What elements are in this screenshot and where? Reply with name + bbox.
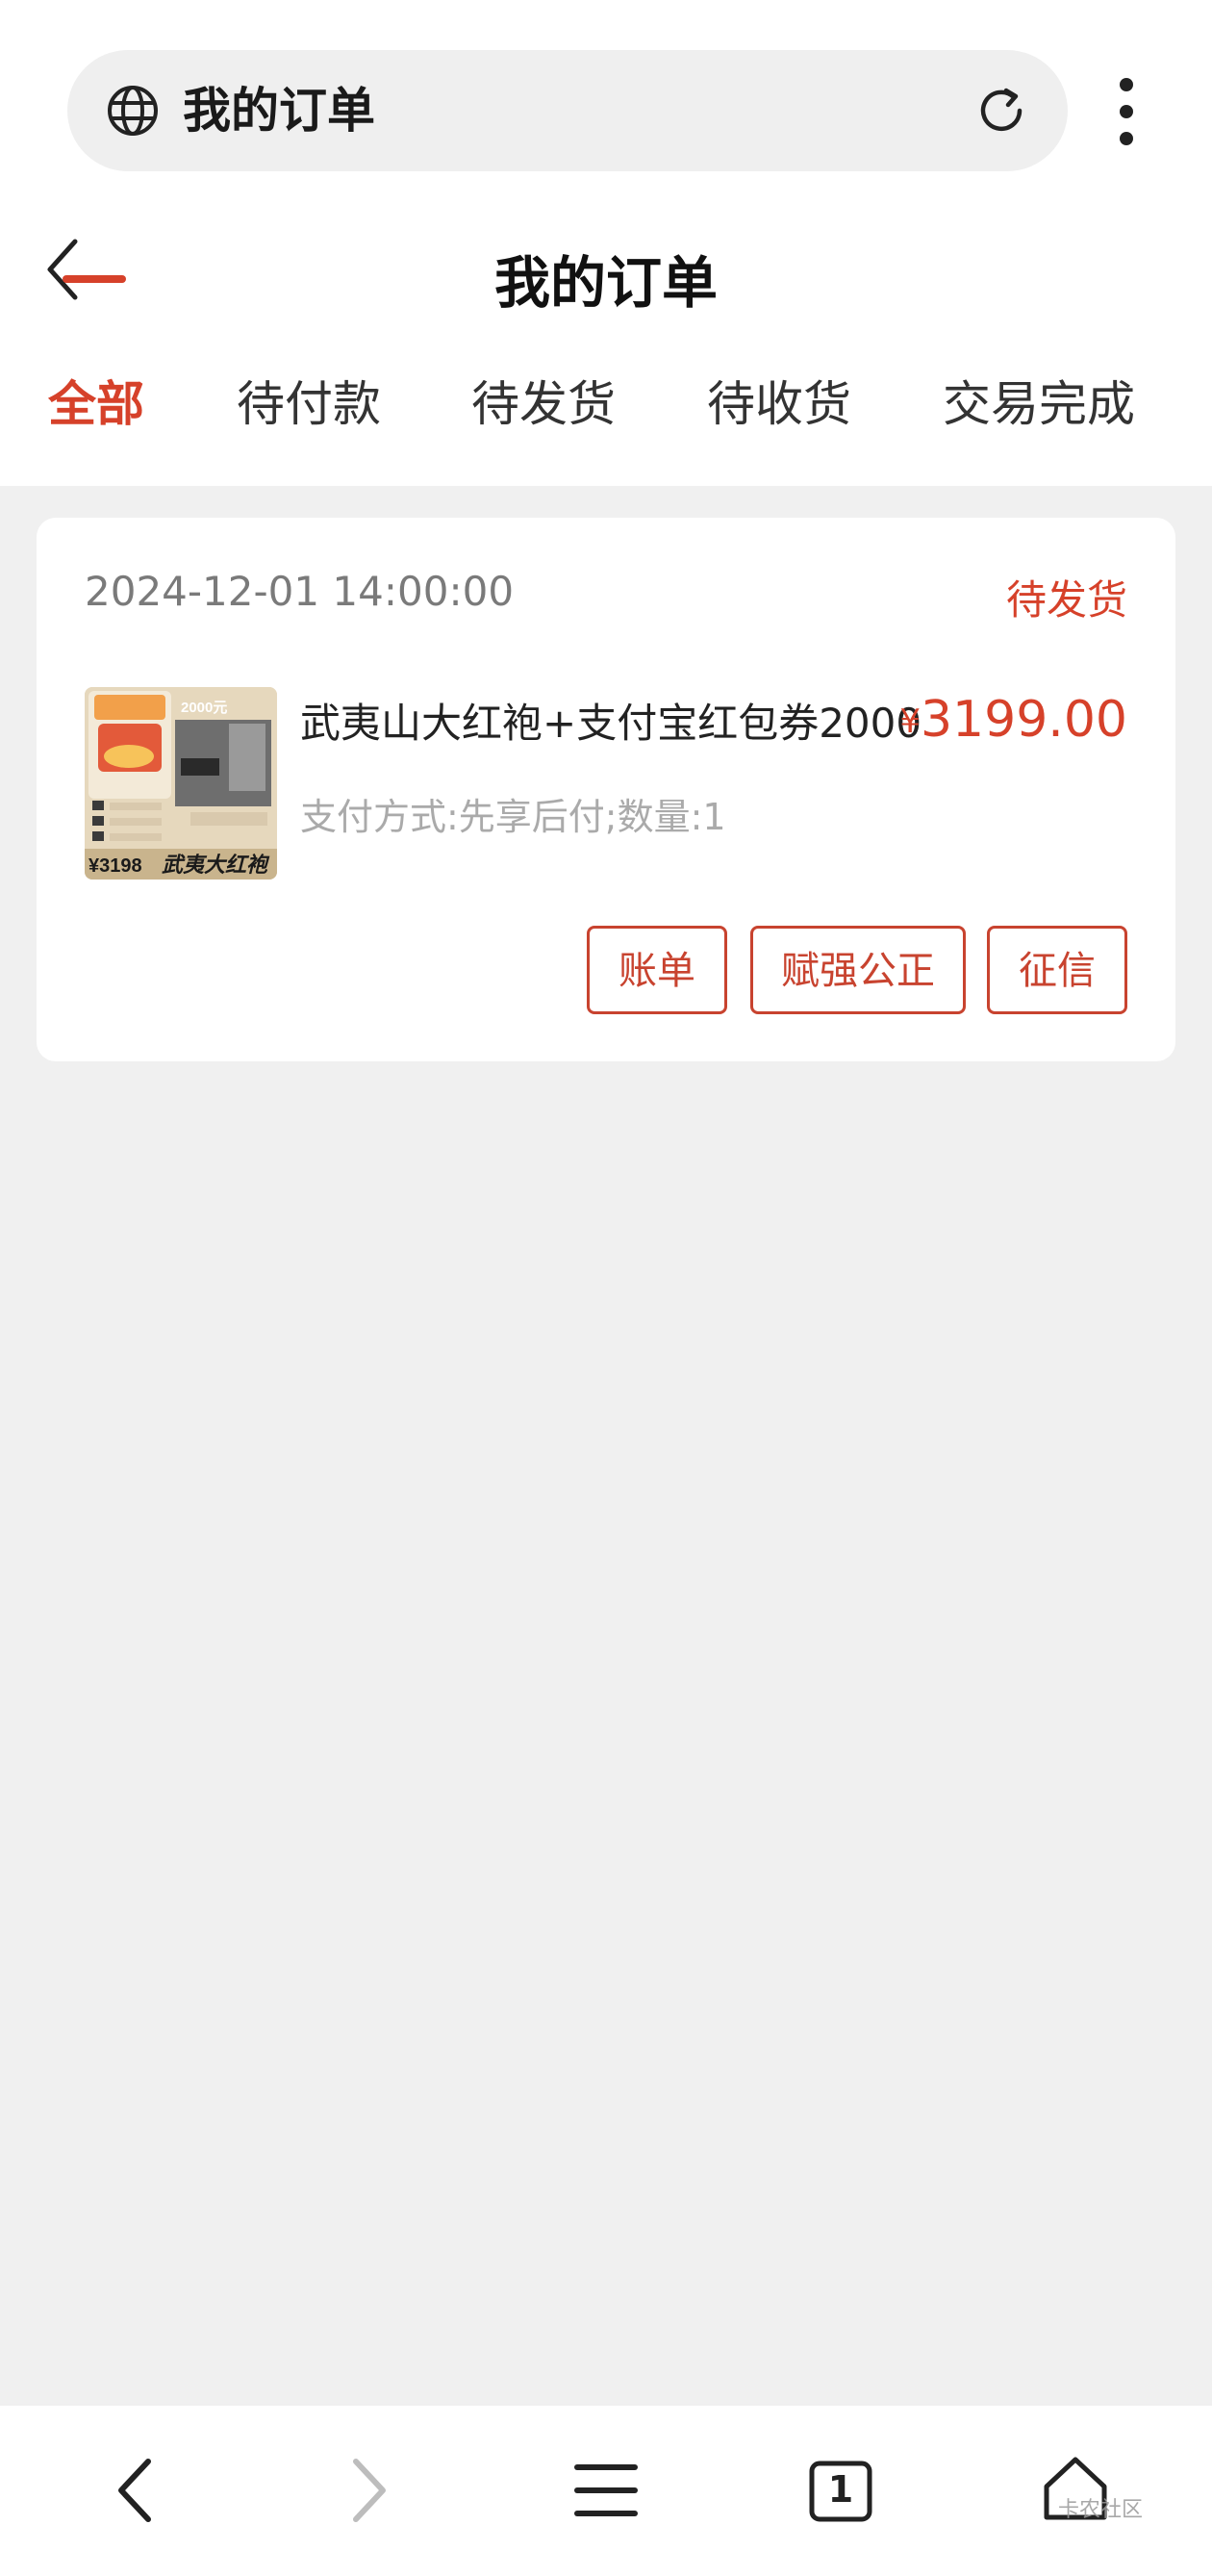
open-tab-count: 1 xyxy=(827,2468,854,2511)
credit-report-button[interactable]: 征信 xyxy=(987,926,1127,1014)
payment-and-quantity: 支付方式:先享后付;数量:1 xyxy=(300,796,726,838)
product-thumbnail-graphic: 2000元 ¥3198 武夷大红袍 xyxy=(85,687,277,880)
bill-button[interactable]: 账单 xyxy=(587,926,727,1014)
menu-icon[interactable] xyxy=(573,2461,639,2519)
price-currency: ¥ xyxy=(899,702,921,741)
browser-toolbar: 我的订单 xyxy=(0,0,1212,197)
browser-bottom-nav: 1 卡农社区 xyxy=(0,2406,1212,2576)
thumbnail-badge-text: 2000元 xyxy=(181,700,227,716)
thumbnail-price-text: ¥3198 xyxy=(88,855,142,877)
tabs-switcher-button[interactable]: 1 xyxy=(808,2460,873,2523)
nav-back-icon[interactable] xyxy=(112,2456,158,2525)
watermark-text: 卡农社区 xyxy=(1058,2498,1144,2522)
address-bar-title: 我的订单 xyxy=(183,83,375,139)
more-menu-icon[interactable] xyxy=(1106,75,1147,148)
globe-icon xyxy=(108,86,158,136)
notarization-button[interactable]: 赋强公正 xyxy=(750,926,966,1014)
tab-pending-payment[interactable]: 待付款 xyxy=(237,366,381,435)
thumbnail-brand-text: 武夷大红袍 xyxy=(162,853,270,878)
product-price: ¥3199.00 xyxy=(899,691,1127,749)
tab-pending-shipment[interactable]: 待发货 xyxy=(471,366,616,435)
page-title: 我的订单 xyxy=(493,250,718,316)
active-tab-indicator xyxy=(63,275,126,283)
order-status: 待发货 xyxy=(1005,576,1127,624)
product-thumbnail[interactable]: 2000元 ¥3198 武夷大红袍 xyxy=(85,687,277,880)
tab-pending-receipt[interactable]: 待收货 xyxy=(707,366,851,435)
order-card[interactable]: 2024-12-01 14:00:00 待发货 2000元 ¥3198 武夷大红… xyxy=(37,518,1175,1061)
order-tabs: 全部 待付款 待发货 待收货 交易完成 xyxy=(0,366,1212,486)
page-header: 我的订单 全部 待付款 待发货 待收货 交易完成 xyxy=(0,197,1212,486)
product-name[interactable]: 武夷山大红袍+支付宝红包券2000 xyxy=(300,691,922,750)
address-bar[interactable]: 我的订单 xyxy=(67,50,1068,171)
nav-forward-icon[interactable] xyxy=(346,2456,392,2525)
reload-icon[interactable] xyxy=(973,83,1029,139)
price-amount: 3199.00 xyxy=(920,691,1127,749)
tab-all[interactable]: 全部 xyxy=(48,366,144,435)
tab-completed[interactable]: 交易完成 xyxy=(943,366,1135,435)
order-date: 2024-12-01 14:00:00 xyxy=(85,568,515,615)
